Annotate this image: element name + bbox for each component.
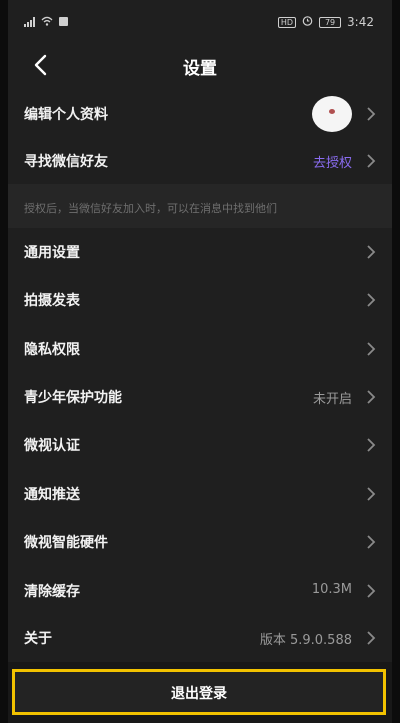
auth-hint-band: 授权后，当微信好友加入时，可以在消息中找到他们 <box>8 184 392 228</box>
clear-cache-label: 清除缓存 <box>24 584 80 600</box>
chevron-right-icon <box>367 487 376 501</box>
settings-screen: HD 79 3:42 设置 编辑个人资料 寻找微信好友 去授权 授权后，当微信好… <box>8 0 392 723</box>
cache-size: 10.3M <box>311 582 352 597</box>
signal-icon <box>24 17 35 27</box>
logout-button[interactable]: 退出登录 <box>12 669 386 715</box>
version-text: 版本 5.9.0.588 <box>259 633 352 648</box>
chevron-right-icon <box>367 245 376 259</box>
notifications-row[interactable]: 通知推送 <box>8 470 392 518</box>
about-label: 关于 <box>24 631 52 647</box>
chevron-right-icon <box>367 584 376 598</box>
youth-mode-status: 未开启 <box>312 392 352 407</box>
chevron-right-icon <box>367 535 376 549</box>
youth-mode-row[interactable]: 青少年保护功能 未开启 <box>8 373 392 421</box>
clear-cache-row[interactable]: 清除缓存 10.3M <box>8 567 392 615</box>
status-bar: HD 79 3:42 <box>8 0 392 40</box>
hd-badge: HD <box>277 16 297 28</box>
privacy-row[interactable]: 隐私权限 <box>8 325 392 373</box>
find-friends-row[interactable]: 寻找微信好友 去授权 <box>8 137 392 185</box>
chevron-right-icon <box>367 438 376 452</box>
general-settings-label: 通用设置 <box>24 245 80 261</box>
avatar <box>312 96 352 132</box>
smart-hardware-label: 微视智能硬件 <box>24 535 108 551</box>
left-edge <box>0 0 8 723</box>
capture-publish-row[interactable]: 拍摄发表 <box>8 276 392 324</box>
notification-icon <box>59 15 68 29</box>
chevron-right-icon <box>367 154 376 168</box>
wifi-icon <box>41 15 53 29</box>
notifications-label: 通知推送 <box>24 487 80 503</box>
status-time: 3:42 <box>347 15 374 29</box>
right-edge <box>392 0 400 723</box>
authorize-link[interactable]: 去授权 <box>313 152 352 171</box>
certification-row[interactable]: 微视认证 <box>8 421 392 469</box>
certification-label: 微视认证 <box>24 438 80 454</box>
battery-icon: 79 <box>319 16 342 28</box>
find-friends-label: 寻找微信好友 <box>24 154 108 170</box>
chevron-right-icon <box>367 390 376 404</box>
header: 设置 <box>8 40 392 90</box>
privacy-label: 隐私权限 <box>24 342 80 358</box>
about-row[interactable]: 关于 版本 5.9.0.588 <box>8 614 392 662</box>
youth-mode-label: 青少年保护功能 <box>24 390 122 406</box>
chevron-right-icon <box>367 631 376 645</box>
alarm-icon <box>302 15 313 29</box>
edit-profile-label: 编辑个人资料 <box>24 107 108 123</box>
general-settings-row[interactable]: 通用设置 <box>8 228 392 276</box>
chevron-right-icon <box>367 342 376 356</box>
edit-profile-row[interactable]: 编辑个人资料 <box>8 90 392 138</box>
auth-hint-text: 授权后，当微信好友加入时，可以在消息中找到他们 <box>24 202 277 215</box>
logout-label: 退出登录 <box>171 686 227 702</box>
chevron-right-icon <box>367 293 376 307</box>
capture-publish-label: 拍摄发表 <box>24 293 80 309</box>
logout-area: 退出登录 <box>8 662 392 723</box>
smart-hardware-row[interactable]: 微视智能硬件 <box>8 518 392 566</box>
chevron-right-icon <box>367 107 376 121</box>
page-title: 设置 <box>183 59 217 79</box>
